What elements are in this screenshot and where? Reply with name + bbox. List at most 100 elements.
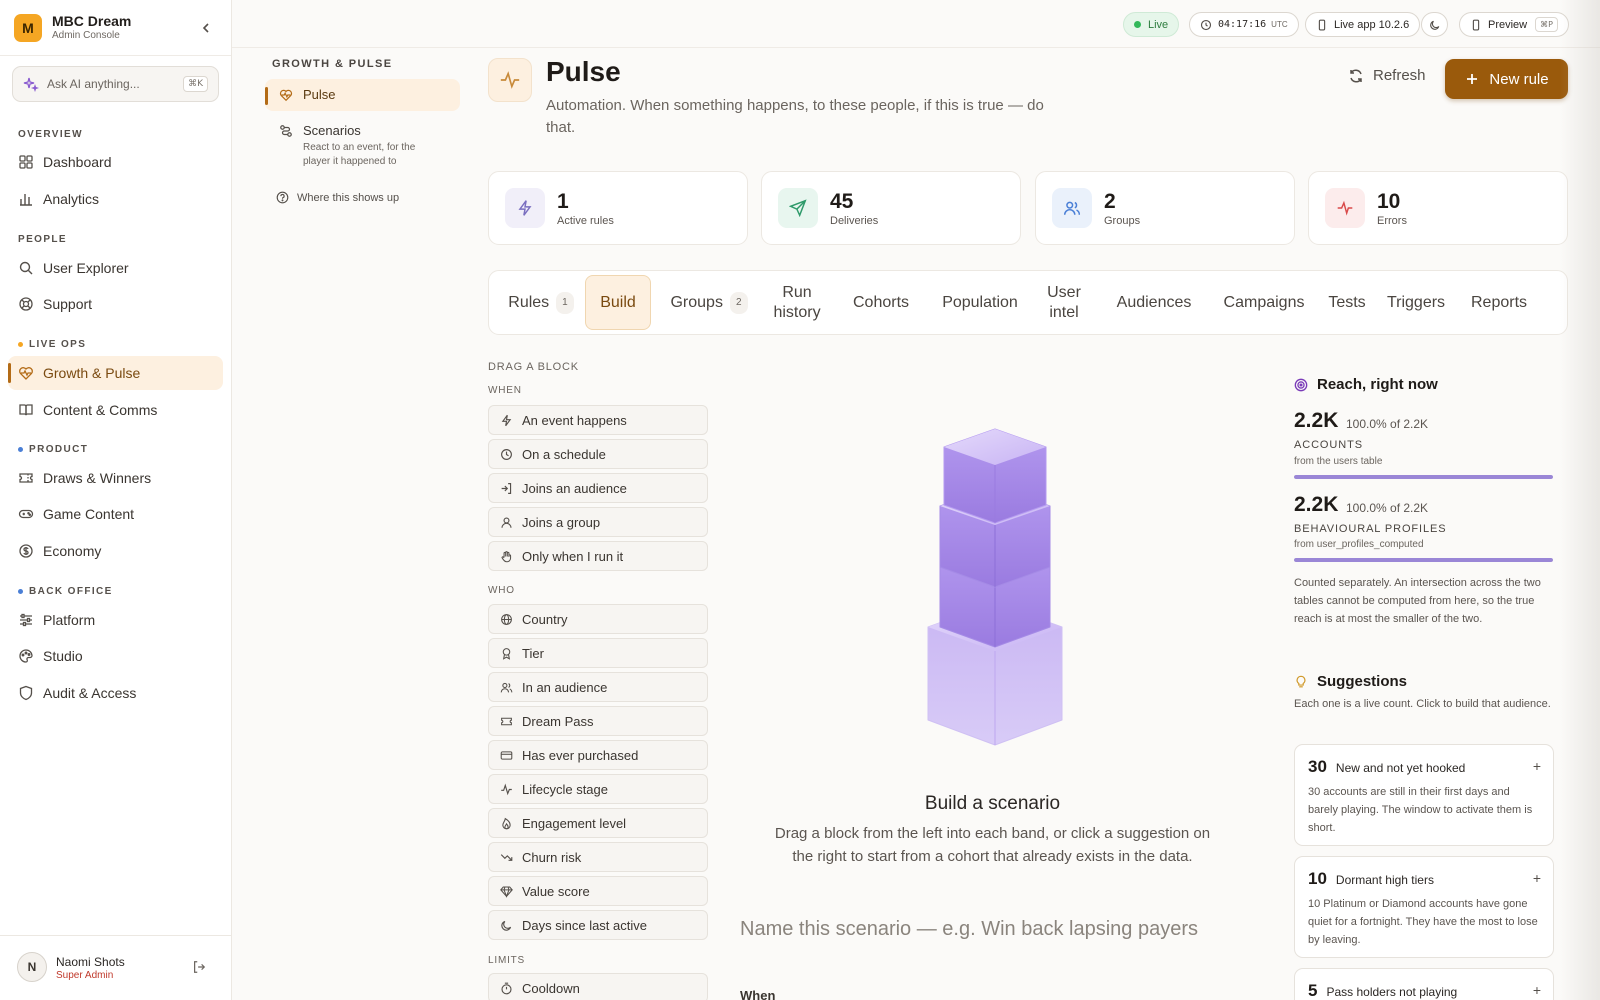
- user-profile[interactable]: N Naomi Shots Super Admin: [0, 935, 231, 1000]
- block-country[interactable]: Country: [488, 604, 708, 634]
- plus-icon[interactable]: +: [1533, 982, 1541, 998]
- edge-shadow: [1560, 0, 1600, 1000]
- page-icon: [488, 58, 532, 102]
- collapse-sidebar-button[interactable]: [198, 20, 214, 36]
- moon-icon: [501, 920, 512, 931]
- block-joins-audience[interactable]: Joins an audience: [488, 473, 708, 503]
- subnav-item-pulse[interactable]: Pulse: [265, 79, 460, 111]
- tab-tests[interactable]: Tests: [1319, 275, 1375, 330]
- tab-groups[interactable]: Groups 2: [655, 275, 763, 330]
- stat-groups: 2 Groups: [1035, 171, 1295, 245]
- sidebar-item-game-content[interactable]: Game Content: [8, 497, 223, 531]
- suggestion-card[interactable]: 10 Dormant high tiers + 10 Platinum or D…: [1294, 856, 1554, 958]
- sidebar-item-label: Growth & Pulse: [43, 365, 141, 381]
- sidebar-item-dashboard[interactable]: Dashboard: [8, 145, 223, 179]
- suggestions-subtitle: Each one is a live count. Click to build…: [1294, 698, 1551, 710]
- pulse-icon: [1337, 200, 1353, 216]
- block-has-ever-purchased[interactable]: Has ever purchased: [488, 740, 708, 770]
- plus-icon[interactable]: +: [1533, 758, 1541, 774]
- sidebar-item-studio[interactable]: Studio: [8, 639, 223, 673]
- tab-cohorts[interactable]: Cohorts: [841, 275, 921, 330]
- tab-triggers[interactable]: Triggers: [1379, 275, 1453, 330]
- block-tier[interactable]: Tier: [488, 638, 708, 668]
- theme-toggle-button[interactable]: [1421, 12, 1448, 37]
- brand[interactable]: M MBC Dream Admin Console: [14, 13, 131, 42]
- server-clock: 04:17:16 UTC: [1189, 12, 1299, 37]
- tab-bar: Rules 1 Build Groups 2 Run history Cohorts…: [488, 270, 1568, 335]
- tab-reports[interactable]: Reports: [1457, 275, 1541, 330]
- suggestion-description: 10 Platinum or Diamond accounts have gon…: [1308, 898, 1538, 946]
- limits-section-label: LIMITS: [488, 955, 526, 966]
- avatar: N: [17, 952, 47, 982]
- sidebar-item-support[interactable]: Support: [8, 287, 223, 321]
- sidebar-item-platform[interactable]: Platform: [8, 603, 223, 637]
- suggestion-card[interactable]: 5 Pass holders not playing +: [1294, 968, 1554, 1000]
- sidebar-item-content-comms[interactable]: Content & Comms: [8, 393, 223, 427]
- sidebar-item-label: Game Content: [43, 506, 135, 522]
- plus-icon[interactable]: +: [1533, 870, 1541, 886]
- stat-icon-box: [1325, 188, 1365, 228]
- where-this-shows-up-link[interactable]: Where this shows up: [276, 191, 399, 204]
- block-label: Cooldown: [522, 980, 580, 996]
- block-engagement-level[interactable]: Engagement level: [488, 808, 708, 838]
- block-dream-pass[interactable]: Dream Pass: [488, 706, 708, 736]
- suggestion-card[interactable]: 30 New and not yet hooked + 30 accounts …: [1294, 744, 1554, 846]
- sidebar-item-economy[interactable]: Economy: [8, 534, 223, 568]
- subnav-item-description: React to an event, for the player it hap…: [303, 142, 416, 167]
- block-label: On a schedule: [522, 446, 606, 462]
- block-event-happens[interactable]: An event happens: [488, 405, 708, 435]
- block-lifecycle-stage[interactable]: Lifecycle stage: [488, 774, 708, 804]
- subnav-item-scenarios[interactable]: Scenarios React to an event, for the pla…: [265, 115, 460, 177]
- search-icon: [19, 261, 33, 275]
- ask-ai-input[interactable]: Ask AI anything... ⌘K: [12, 66, 219, 102]
- tab-audiences[interactable]: Audiences: [1103, 275, 1205, 330]
- logout-button[interactable]: [192, 960, 206, 974]
- users-icon: [500, 682, 513, 692]
- new-rule-button[interactable]: New rule: [1445, 59, 1568, 99]
- ticket-icon: [501, 717, 512, 725]
- tab-campaigns[interactable]: Campaigns: [1211, 275, 1317, 330]
- block-label: Lifecycle stage: [522, 781, 608, 797]
- tab-rules[interactable]: Rules 1: [497, 275, 585, 330]
- sidebar-item-audit-access[interactable]: Audit & Access: [8, 676, 223, 710]
- reach-profiles-label: BEHAVIOURAL PROFILES: [1294, 523, 1447, 535]
- suggestion-count: 10: [1308, 869, 1327, 888]
- stat-value: 10: [1377, 190, 1401, 213]
- tab-population[interactable]: Population: [925, 275, 1035, 330]
- sidebar-item-growth-pulse[interactable]: Growth & Pulse: [8, 356, 223, 390]
- block-in-an-audience[interactable]: In an audience: [488, 672, 708, 702]
- block-churn-risk[interactable]: Churn risk: [488, 842, 708, 872]
- stat-value: 2: [1104, 190, 1116, 213]
- target-icon: [1294, 378, 1308, 391]
- app-version-pill[interactable]: Live app 10.2.6: [1305, 12, 1421, 37]
- sidebar-item-draws-winners[interactable]: Draws & Winners: [8, 461, 223, 495]
- preview-button[interactable]: Preview ⌘P: [1459, 12, 1569, 37]
- refresh-button[interactable]: Refresh: [1348, 67, 1426, 84]
- suggestion-description: 30 accounts are still in their first day…: [1308, 786, 1533, 834]
- route-icon: [280, 125, 292, 137]
- tab-user-intel[interactable]: User intel: [1041, 275, 1087, 330]
- gamepad-icon: [18, 509, 34, 519]
- block-label: Joins an audience: [522, 480, 627, 496]
- reach-accounts-value: 2.2K: [1294, 409, 1339, 432]
- scenario-name-input[interactable]: [740, 918, 1220, 941]
- block-label: Days since last active: [522, 917, 647, 933]
- back-office-dot: [18, 589, 23, 594]
- enter-icon: [501, 482, 512, 494]
- tab-run-history[interactable]: Run history: [765, 275, 829, 330]
- palette-icon: [19, 649, 33, 663]
- block-days-since-last-active[interactable]: Days since last active: [488, 910, 708, 940]
- ask-ai-shortcut: ⌘K: [183, 76, 208, 92]
- live-status-badge[interactable]: Live: [1123, 12, 1180, 37]
- sidebar-item-label: User Explorer: [43, 260, 129, 276]
- sidebar-item-user-explorer[interactable]: User Explorer: [8, 251, 223, 285]
- block-on-schedule[interactable]: On a schedule: [488, 439, 708, 469]
- sidebar-item-analytics[interactable]: Analytics: [8, 182, 223, 216]
- block-value-score[interactable]: Value score: [488, 876, 708, 906]
- suggestions-title-label: Suggestions: [1317, 673, 1408, 690]
- block-cooldown[interactable]: Cooldown: [488, 973, 708, 1000]
- block-joins-group[interactable]: Joins a group: [488, 507, 708, 537]
- tab-build[interactable]: Build: [585, 275, 651, 330]
- heart-pulse-icon: [19, 367, 33, 380]
- block-only-when-i-run-it[interactable]: Only when I run it: [488, 541, 708, 571]
